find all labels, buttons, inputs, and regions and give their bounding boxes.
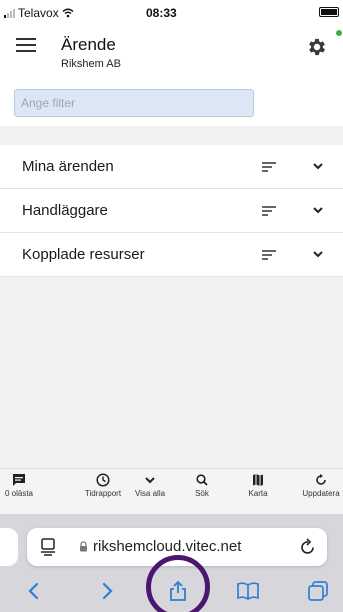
wifi-icon bbox=[62, 8, 74, 18]
toolbar-show-all-button[interactable]: Visa alla bbox=[125, 473, 175, 498]
previous-tab-peek[interactable] bbox=[0, 528, 18, 566]
company-name: Rikshem AB bbox=[61, 58, 121, 70]
sort-icon[interactable] bbox=[262, 250, 276, 260]
toolbar-unread-button[interactable]: 0 olästa bbox=[0, 473, 44, 498]
list-item-label: Kopplade resurser bbox=[22, 246, 145, 263]
carrier-info: Telavox bbox=[4, 6, 74, 20]
toolbar-label: Tidrapport bbox=[84, 489, 122, 498]
forward-icon[interactable] bbox=[95, 579, 119, 603]
toolbar-label: Uppdatera bbox=[302, 489, 340, 498]
carrier-name: Telavox bbox=[18, 6, 59, 20]
bookmarks-icon[interactable] bbox=[236, 579, 260, 603]
clock-icon bbox=[96, 473, 110, 487]
toolbar-refresh-button[interactable]: Uppdatera bbox=[296, 473, 343, 498]
toolbar-label: Sök bbox=[195, 489, 209, 498]
toolbar-timereport-button[interactable]: Tidrapport bbox=[78, 473, 128, 498]
battery-icon bbox=[319, 7, 339, 17]
sort-icon[interactable] bbox=[262, 162, 276, 172]
chevron-down-icon bbox=[145, 477, 155, 484]
clock-time: 08:33 bbox=[146, 6, 177, 20]
list-item-label: Handläggare bbox=[22, 202, 108, 219]
status-bar: Telavox 08:33 bbox=[0, 0, 343, 26]
chevron-down-icon[interactable] bbox=[311, 159, 325, 173]
sort-icon[interactable] bbox=[262, 206, 276, 216]
toolbar-label: 0 olästa bbox=[4, 489, 34, 498]
url-text: rikshemcloud.vitec.net bbox=[93, 538, 242, 555]
refresh-icon bbox=[316, 474, 326, 485]
list-item-label: Mina ärenden bbox=[22, 158, 114, 175]
toolbar-map-button[interactable]: Karta bbox=[233, 473, 283, 498]
chevron-down-icon[interactable] bbox=[311, 247, 325, 261]
list-item-mina-arenden[interactable]: Mina ärenden bbox=[0, 145, 343, 189]
message-icon bbox=[13, 474, 25, 486]
toolbar-search-button[interactable]: Sök bbox=[177, 473, 227, 498]
list-item-handlaggare[interactable]: Handläggare bbox=[0, 189, 343, 233]
toolbar-label: Karta bbox=[248, 489, 268, 498]
list-item-kopplade-resurser[interactable]: Kopplade resurser bbox=[0, 233, 343, 277]
page-menu-icon[interactable] bbox=[40, 538, 56, 556]
signal-icon bbox=[4, 8, 15, 18]
hamburger-menu-icon[interactable] bbox=[16, 38, 36, 52]
lock-icon bbox=[80, 541, 87, 552]
filter-input[interactable] bbox=[14, 89, 254, 117]
back-icon[interactable] bbox=[22, 579, 46, 603]
highlight-ring bbox=[146, 555, 210, 612]
reload-icon[interactable] bbox=[299, 538, 317, 556]
chevron-down-icon[interactable] bbox=[311, 203, 325, 217]
app-toolbar: 0 olästa Tidrapport Visa alla Sök Karta … bbox=[0, 468, 343, 514]
app-header: Ärende Rikshem AB bbox=[0, 26, 343, 126]
tabs-icon[interactable] bbox=[306, 579, 330, 603]
map-icon bbox=[253, 474, 263, 486]
online-status-dot bbox=[336, 30, 342, 36]
gear-icon[interactable] bbox=[306, 36, 328, 58]
page-title: Ärende bbox=[61, 35, 116, 54]
category-list: Mina ärenden Handläggare Kopplade resurs… bbox=[0, 145, 343, 277]
toolbar-label: Visa alla bbox=[134, 489, 166, 498]
search-icon bbox=[196, 474, 208, 486]
